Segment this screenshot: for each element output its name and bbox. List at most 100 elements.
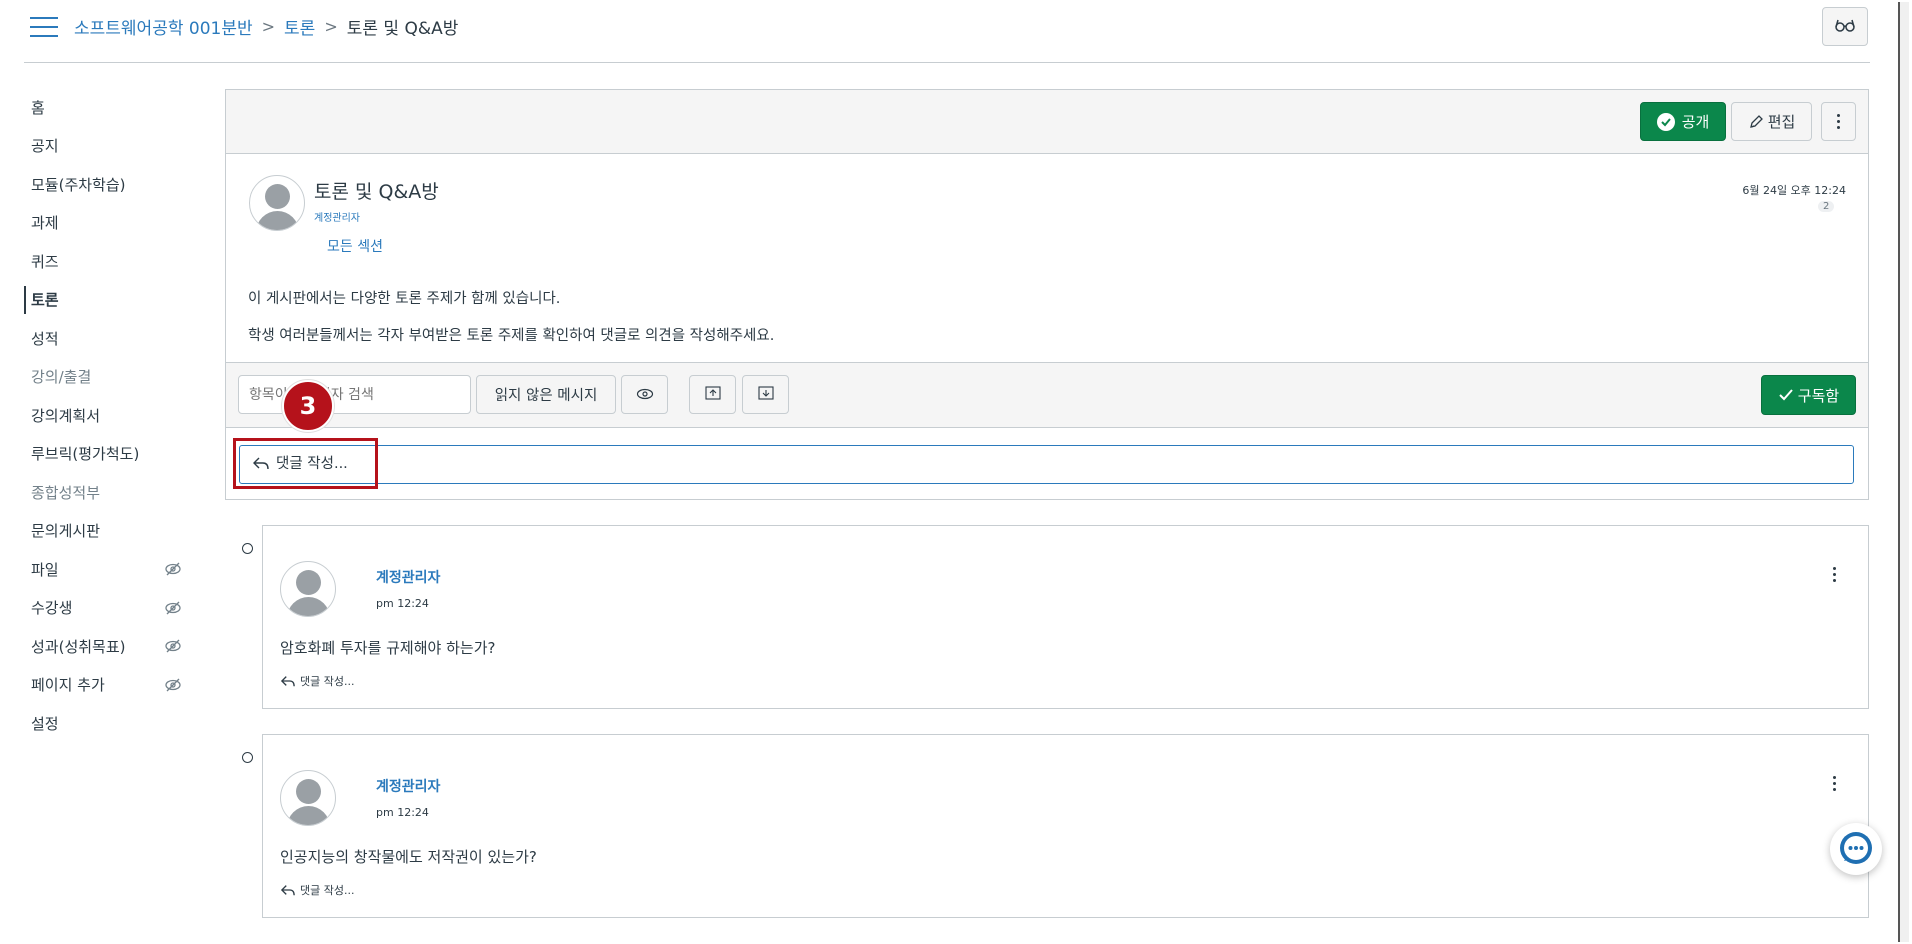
nav-label: 종합성적부 (31, 483, 101, 502)
nav-files[interactable]: 파일 (0, 550, 200, 589)
chat-help-button[interactable] (1830, 823, 1882, 875)
nav-inquiry-board[interactable]: 문의게시판 (0, 512, 200, 551)
discussion-filter-bar (225, 362, 1869, 428)
reply-input-box[interactable] (239, 445, 1854, 484)
entry-reply-link[interactable]: 댓글 작성... (280, 882, 354, 898)
nav-label: 과제 (31, 214, 59, 233)
nav-label: 강의계획서 (31, 406, 101, 425)
entry-timestamp: pm 12:24 (376, 806, 429, 819)
topic-author-link[interactable]: 계정관리자 (314, 209, 360, 224)
entry-author-link[interactable]: 계정관리자 (376, 567, 440, 587)
breadcrumb-discussions-link[interactable]: 토론 (284, 14, 315, 39)
unread-label: 읽지 않은 메시지 (494, 388, 598, 404)
nav-rubrics[interactable]: 루브릭(평가척도) (0, 435, 200, 474)
breadcrumb: 소프트웨어공학 001분반 > 토론 > 토론 및 Q&A방 (74, 14, 458, 39)
author-avatar[interactable] (280, 770, 336, 826)
nav-pages[interactable]: 페이지 추가 (0, 666, 200, 705)
checkmark-icon (1778, 388, 1794, 402)
topic-date: 6월 24일 오후 12:24 (1742, 184, 1846, 197)
reply-arrow-icon (280, 674, 296, 688)
nav-label: 설정 (31, 714, 59, 733)
check-circle-icon (1656, 112, 1675, 131)
nav-label: 강의/출결 (31, 368, 92, 387)
published-button[interactable]: 공개 (1640, 102, 1726, 141)
more-vertical-icon (1833, 776, 1836, 791)
nav-label: 수강생 (31, 599, 73, 618)
breadcrumb-separator: > (324, 17, 338, 36)
more-vertical-icon (1837, 114, 1840, 129)
breadcrumb-separator: > (261, 17, 276, 36)
nav-home[interactable]: 홈 (0, 88, 200, 127)
chat-bubble-icon (1836, 829, 1876, 869)
edit-button[interactable]: 편집 (1731, 102, 1812, 141)
nav-quizzes[interactable]: 퀴즈 (0, 242, 200, 281)
nav-grades[interactable]: 성적 (0, 319, 200, 358)
nav-announcements[interactable]: 공지 (0, 127, 200, 166)
top-header: 소프트웨어공학 001분반 > 토론 > 토론 및 Q&A방 (0, 0, 1895, 63)
expand-all-button[interactable] (742, 375, 789, 414)
nav-label: 성적 (31, 329, 59, 348)
search-entries-input[interactable] (238, 375, 471, 414)
nav-assignments[interactable]: 과제 (0, 204, 200, 243)
nav-label: 루브릭(평가척도) (31, 445, 140, 464)
entry-reply-label: 댓글 작성... (300, 884, 355, 897)
nav-label: 파일 (31, 560, 59, 579)
unread-filter-button[interactable]: 읽지 않은 메시지 (476, 375, 616, 414)
hidden-eye-icon (165, 562, 181, 576)
entry-reply-link[interactable]: 댓글 작성... (280, 673, 354, 689)
entry-timestamp: pm 12:24 (376, 597, 429, 610)
nav-modules[interactable]: 모듈(주차학습) (0, 165, 200, 204)
hamburger-menu-icon[interactable] (30, 17, 58, 37)
discussion-entry: 계정관리자 pm 12:24 암호화폐 투자를 규제해야 하는가? 댓글 작성.… (262, 525, 1869, 709)
breadcrumb-current: 토론 및 Q&A방 (346, 19, 459, 39)
topic-title: 토론 및 Q&A방 (314, 181, 439, 203)
nav-settings[interactable]: 설정 (0, 704, 200, 743)
subscribed-label: 구독함 (1797, 386, 1840, 405)
entry-author-link[interactable]: 계정관리자 (376, 776, 440, 796)
pencil-icon (1748, 114, 1764, 130)
unread-indicator[interactable] (242, 543, 253, 554)
breadcrumb-course-link[interactable]: 소프트웨어공학 001분반 (74, 14, 253, 39)
nav-label: 공지 (31, 137, 59, 156)
nav-label: 토론 (31, 291, 59, 310)
mark-all-read-button[interactable] (621, 375, 668, 414)
glasses-icon (1834, 17, 1856, 36)
topic-body-paragraph: 학생 여러분들께서는 각자 부여받은 토론 주제를 확인하여 댓글로 의견을 작… (248, 328, 775, 344)
scrollbar-thumb[interactable] (1898, 2, 1909, 942)
more-options-button[interactable] (1821, 102, 1856, 141)
collapse-arrow-icon (704, 385, 721, 405)
entry-more-options[interactable] (1833, 567, 1836, 582)
tutorial-highlight-box (233, 438, 378, 489)
topic-sections: 모든 섹션 (327, 239, 383, 255)
nav-label: 페이지 추가 (31, 676, 105, 695)
nav-outcomes[interactable]: 성과(성취목표) (0, 627, 200, 666)
entry-text: 암호화폐 투자를 규제해야 하는가? (280, 639, 496, 657)
nav-syllabus[interactable]: 강의계획서 (0, 396, 200, 435)
nav-label: 퀴즈 (31, 252, 59, 271)
nav-gradebook[interactable]: 종합성적부 (0, 473, 200, 512)
hidden-eye-icon (165, 601, 181, 614)
tutorial-step-badge: 3 (282, 380, 334, 432)
edit-label: 편집 (1767, 113, 1796, 131)
entry-text: 인공지능의 창작물에도 저작권이 있는가? (280, 848, 537, 866)
reply-count-badge: 2 (1818, 201, 1835, 212)
author-avatar[interactable] (249, 175, 305, 231)
nav-label: 홈 (31, 98, 45, 117)
reply-arrow-icon (280, 883, 296, 897)
nav-attendance[interactable]: 강의/출결 (0, 358, 200, 397)
nav-label: 문의게시판 (31, 522, 101, 541)
nav-discussions[interactable]: 토론 (0, 281, 200, 320)
header-divider (24, 62, 1870, 63)
expand-arrow-icon (757, 385, 774, 405)
immersive-reader-button[interactable] (1822, 7, 1868, 46)
author-avatar[interactable] (280, 561, 336, 617)
published-label: 공개 (1681, 113, 1710, 131)
hidden-eye-icon (165, 639, 181, 653)
topic-body-paragraph: 이 게시판에서는 다양한 토론 주제가 함께 있습니다. (248, 291, 561, 307)
collapse-all-button[interactable] (689, 375, 736, 414)
nav-label: 성과(성취목표) (31, 637, 126, 656)
nav-people[interactable]: 수강생 (0, 589, 200, 628)
subscribed-button[interactable]: 구독함 (1761, 375, 1856, 415)
unread-indicator[interactable] (242, 752, 253, 763)
entry-more-options[interactable] (1833, 776, 1836, 791)
